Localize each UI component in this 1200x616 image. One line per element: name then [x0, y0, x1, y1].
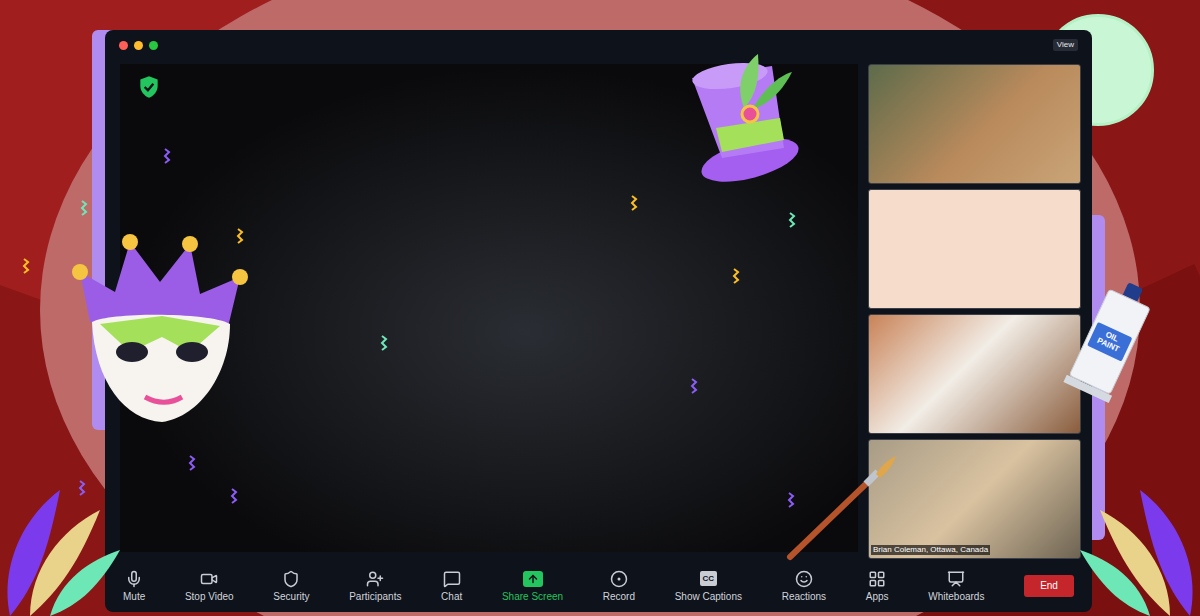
participant-tile[interactable]: [868, 314, 1081, 434]
toolbar-label: Show Captions: [675, 592, 742, 602]
maximize-dot[interactable]: [149, 41, 158, 50]
confetti-icon: [380, 335, 388, 351]
toolbar-label: Mute: [123, 592, 145, 602]
minimize-dot[interactable]: [134, 41, 143, 50]
add-user-icon: [366, 570, 384, 588]
confetti-icon: [787, 492, 795, 508]
toolbar-button[interactable]: Whiteboards: [928, 570, 984, 602]
confetti-icon: [163, 148, 171, 164]
confetti-icon: [22, 258, 30, 274]
toolbar-button[interactable]: Reactions: [782, 570, 826, 602]
toolbar-label: Apps: [866, 592, 889, 602]
confetti-icon: [230, 488, 238, 504]
video-area: Brian Coleman, Ottawa, Canada: [105, 60, 1092, 559]
microphone-icon: [125, 570, 143, 588]
close-dot[interactable]: [119, 41, 128, 50]
participant-caption: Brian Coleman, Ottawa, Canada: [871, 545, 990, 555]
toolbar-button[interactable]: Mute: [123, 570, 145, 602]
toolbar-button[interactable]: Share Screen: [502, 570, 563, 602]
title-bar: View: [105, 30, 1092, 60]
toolbar-label: Reactions: [782, 592, 826, 602]
confetti-icon: [188, 455, 196, 471]
promo-banner: View Brian Coleman, Ottawa, Canada Mute Sto…: [0, 0, 1200, 616]
secure-shield-icon: [136, 74, 162, 100]
toolbar-button[interactable]: CC Show Captions: [675, 570, 742, 602]
confetti-icon: [78, 480, 86, 496]
confetti-icon: [732, 268, 740, 284]
meeting-window: View Brian Coleman, Ottawa, Canada Mute Sto…: [105, 30, 1092, 612]
view-button[interactable]: View: [1053, 39, 1078, 51]
toolbar-label: Record: [603, 592, 635, 602]
toolbar-button[interactable]: Apps: [866, 570, 889, 602]
confetti-icon: [788, 212, 796, 228]
toolbar-label: Chat: [441, 592, 462, 602]
apps-grid-icon: [868, 570, 886, 588]
feather-icon: [1080, 490, 1200, 616]
toolbar-button[interactable]: Stop Video: [185, 570, 234, 602]
participant-tile[interactable]: Brian Coleman, Ottawa, Canada: [868, 439, 1081, 559]
confetti-icon: [236, 228, 244, 244]
confetti-icon: [80, 200, 88, 216]
captions-icon: CC: [700, 571, 718, 586]
participant-tile[interactable]: [868, 64, 1081, 184]
feather-icon: [0, 490, 120, 616]
toolbar-button[interactable]: Chat: [441, 570, 462, 602]
toolbar-button[interactable]: Security: [273, 570, 309, 602]
toolbar-button[interactable]: Participants: [349, 570, 401, 602]
smile-icon: [795, 570, 813, 588]
toolbar-label: Participants: [349, 592, 401, 602]
chat-bubble-icon: [443, 570, 461, 588]
whiteboard-icon: [947, 570, 965, 588]
participant-strip: Brian Coleman, Ottawa, Canada: [868, 64, 1081, 559]
toolbar-label: Share Screen: [502, 592, 563, 602]
toolbar: Mute Stop Video Security Participants Chat Sh…: [105, 559, 1092, 612]
window-controls: [119, 41, 158, 50]
end-button[interactable]: End: [1024, 575, 1074, 597]
share-screen-icon: [523, 571, 543, 587]
record-icon: [610, 570, 628, 588]
jester-mask-icon: [70, 232, 255, 427]
paintbrush-icon: [780, 452, 900, 562]
shield-icon: [282, 570, 300, 588]
toolbar-label: Security: [273, 592, 309, 602]
confetti-icon: [690, 378, 698, 394]
confetti-icon: [630, 195, 638, 211]
toolbar-label: Stop Video: [185, 592, 234, 602]
video-camera-icon: [200, 570, 218, 588]
top-hat-icon: [672, 48, 812, 188]
toolbar-button[interactable]: Record: [603, 570, 635, 602]
toolbar-label: Whiteboards: [928, 592, 984, 602]
participant-tile[interactable]: [868, 189, 1081, 309]
